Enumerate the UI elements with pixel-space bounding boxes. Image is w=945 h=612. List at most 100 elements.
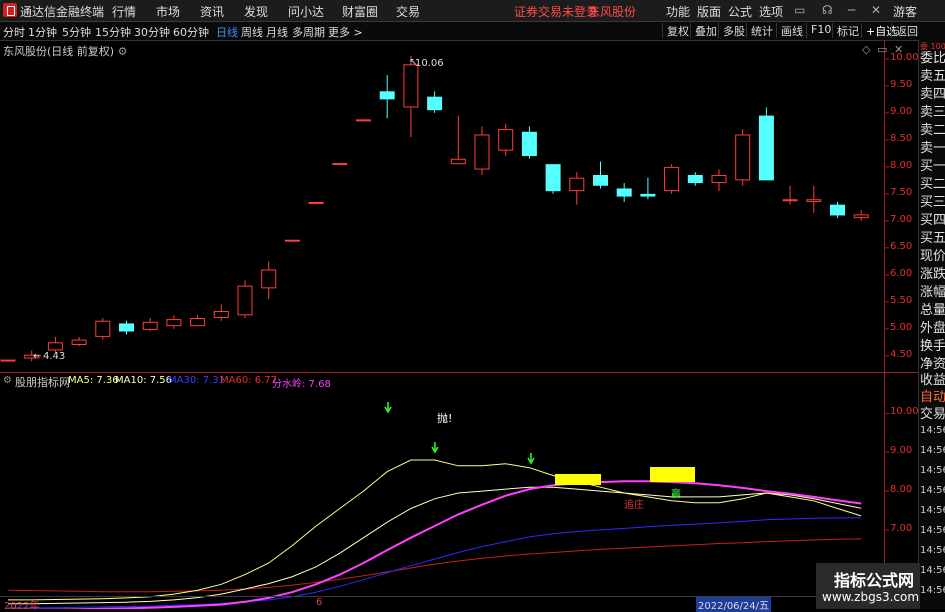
side-item-13: 涨幅	[920, 285, 945, 300]
price-tick-label: 5.50	[890, 294, 913, 306]
diamond-icon[interactable]: ◇	[862, 43, 870, 56]
candle-body	[379, 91, 395, 100]
side-item-14: 总量	[920, 303, 945, 318]
candle-body	[427, 96, 443, 111]
candle-body	[806, 199, 822, 202]
high-arrow-icon: ↖	[409, 57, 418, 68]
price-tick-label: 8.00	[890, 159, 913, 171]
side-item-3: 卖三	[920, 105, 945, 120]
side-item-1: 卖五	[920, 69, 945, 84]
candle-body	[687, 174, 703, 184]
indicator-name: 股朋指标网	[15, 376, 70, 389]
quote-side-panel: 委 1000 委比 卖五 卖四 卖三 卖二 卖一 买一 买二 买三 买四 买五 …	[918, 40, 945, 609]
side-item-11: 现价	[920, 249, 945, 264]
tick-time-5: 14:56	[920, 525, 945, 536]
candle-body	[545, 164, 561, 192]
date-axis: 2022年 6 2022/06/24/五	[0, 596, 918, 612]
price-tick-label: 9.00	[890, 105, 913, 117]
candle-body	[213, 310, 229, 319]
candle-body	[71, 339, 87, 346]
candle-body	[308, 201, 324, 204]
price-panel-header: 东风股份(日线 前复权) ⚙	[3, 43, 127, 59]
candle-body	[450, 158, 466, 165]
side-item-7: 买二	[920, 177, 945, 192]
price-tick-label: 4.50	[890, 348, 913, 360]
candle-body	[498, 129, 514, 151]
watermark: 指标公式网 www.zbgs3.com	[816, 563, 920, 609]
watermark-title: 指标公式网	[834, 571, 915, 590]
side-item-15: 外盘	[920, 321, 945, 336]
candle-body	[356, 119, 371, 122]
tick-time-0: 14:56	[920, 425, 945, 436]
signal-marks-group	[384, 402, 695, 485]
watermark-url: www.zbgs3.com	[822, 590, 920, 604]
ma30-label: MA30: 7.31	[168, 375, 226, 386]
ma60-line	[7, 538, 862, 593]
kline-chart[interactable]	[0, 0, 918, 609]
down-arrow-icon	[527, 453, 535, 465]
high-price-label: 10.06	[415, 58, 444, 69]
indicator-tick-label: 7.00	[890, 522, 913, 534]
win-signal-block	[650, 467, 695, 482]
candle-body	[332, 163, 348, 166]
price-tick-label: 6.50	[890, 240, 913, 252]
price-panel-title: 东风股份(日线 前复权)	[3, 45, 115, 58]
candle-body	[640, 193, 656, 197]
candle-body	[119, 323, 134, 332]
down-arrow-icon	[384, 402, 392, 414]
ma5-line	[8, 459, 862, 601]
candle-body	[166, 319, 182, 327]
sell-signal-label: 抛!	[437, 412, 453, 425]
low-price-label: 4.43	[43, 351, 66, 362]
settings-gear-icon[interactable]: ⚙	[118, 45, 128, 58]
candle-body	[521, 131, 537, 157]
candle-body	[474, 134, 490, 170]
side-item-8: 买三	[920, 195, 945, 210]
candle-body	[735, 134, 751, 181]
price-tick-label: 6.00	[890, 267, 913, 279]
pursue-signal-block	[555, 474, 601, 485]
price-tick-label: 7.00	[890, 213, 913, 225]
candle-body	[758, 115, 774, 181]
candle-body	[616, 188, 632, 197]
side-item-10: 买五	[920, 231, 945, 246]
candle-body	[284, 239, 300, 242]
tick-time-3: 14:56	[920, 485, 945, 496]
side-item-5: 卖一	[920, 141, 945, 156]
candle-body	[142, 321, 158, 330]
year-label: 2022年	[4, 601, 40, 612]
candle-body	[782, 199, 798, 202]
side-trade-label[interactable]: 交易	[920, 403, 945, 422]
side-item-6: 买一	[920, 159, 945, 174]
candle-body	[261, 269, 277, 289]
tick-time-2: 14:56	[920, 465, 945, 476]
candle-body	[593, 174, 608, 186]
candle-body	[569, 177, 585, 192]
indicator-tick-label: 9.00	[890, 445, 913, 457]
tick-time-1: 14:56	[920, 445, 945, 456]
grid-lines	[0, 40, 918, 596]
candle-body	[830, 204, 845, 216]
price-tick-label: 10.00	[890, 51, 919, 63]
tick-time-7: 14:56	[920, 565, 945, 576]
win-signal-label: 赢	[671, 489, 681, 500]
ma60-label: MA60: 6.77	[220, 375, 278, 386]
price-tick-label: 7.50	[890, 186, 913, 198]
candle-body	[190, 318, 206, 327]
side-item-4: 卖二	[920, 123, 945, 138]
tick-time-4: 14:56	[920, 505, 945, 516]
side-item-0: 委比	[920, 51, 945, 66]
ma30-line	[8, 517, 862, 609]
tick-time-8: 14:56	[920, 585, 945, 596]
down-arrow-icon	[431, 442, 439, 454]
candle-body	[0, 359, 16, 362]
restore-icon[interactable]: ▭	[877, 43, 887, 56]
watershed-label: 分水岭: 7.68	[272, 379, 331, 390]
indicator-tick-label: 8.00	[890, 484, 913, 496]
indicator-tick-label: 10.00	[890, 406, 919, 418]
candle-body	[95, 320, 111, 337]
indicator-gear-icon[interactable]: ⚙	[3, 375, 12, 386]
candle-body	[664, 166, 680, 192]
cursor-date-label: 2022/06/24/五	[696, 597, 772, 612]
candle-body	[237, 285, 253, 316]
